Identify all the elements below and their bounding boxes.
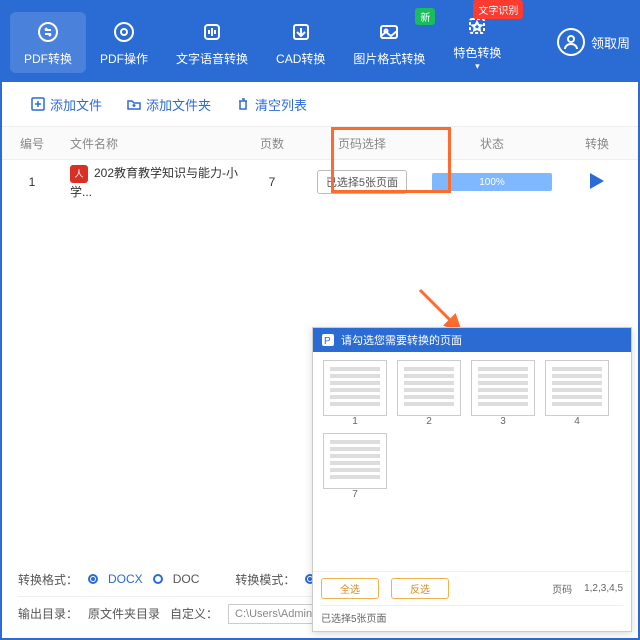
nav-pdf-ops[interactable]: PDF操作: [86, 12, 162, 73]
audio-icon: [198, 18, 226, 46]
outdir-custom[interactable]: 自定义：: [170, 605, 218, 622]
add-file-button[interactable]: 添加文件: [30, 95, 102, 114]
col-select: 页码选择: [302, 135, 422, 152]
nav-label: 特色转换: [453, 44, 501, 61]
thumb-num: 2: [426, 416, 432, 427]
target-icon: [110, 18, 138, 46]
profile-button[interactable]: 领取周: [557, 28, 630, 56]
nav-special[interactable]: 文字识别 特色转换 ▾: [439, 6, 515, 78]
page-select-popup: P 请勾选您需要转换的页面 1 2 3 4 7 全选 反选 页码 1,2,3,4…: [312, 327, 632, 632]
popup-title: 请勾选您需要转换的页面: [341, 332, 462, 348]
new-badge: 新: [415, 8, 435, 25]
select-all-button[interactable]: 全选: [321, 578, 379, 599]
chosen-summary: 已选择5张页面: [321, 605, 623, 625]
nav-cad[interactable]: CAD转换: [262, 12, 339, 73]
thumb[interactable]: 7: [321, 433, 389, 500]
pdf-icon: 人: [70, 165, 88, 183]
clear-list-button[interactable]: 清空列表: [235, 95, 307, 114]
page-value: 1,2,3,4,5: [584, 583, 623, 594]
progress-bar: 100%: [432, 173, 552, 191]
thumb-num: 4: [574, 416, 580, 427]
radio-docx[interactable]: [88, 574, 98, 584]
popup-header: P 请勾选您需要转换的页面: [313, 328, 631, 352]
thumb-num: 7: [352, 489, 358, 500]
swap-icon: [34, 18, 62, 46]
toolbar: 添加文件 添加文件夹 清空列表: [2, 82, 638, 126]
row-name: 人202教育教学知识与能力-小学...: [62, 164, 242, 200]
popup-footer: 全选 反选 页码 1,2,3,4,5 已选择5张页面: [313, 571, 631, 631]
add-folder-button[interactable]: 添加文件夹: [126, 95, 211, 114]
play-icon[interactable]: [590, 173, 604, 189]
profile-label: 领取周: [591, 33, 630, 52]
col-convert: 转换: [562, 135, 632, 152]
radio-doc[interactable]: [153, 574, 163, 584]
outdir-label: 输出目录：: [18, 605, 78, 622]
table-row[interactable]: 1 人202教育教学知识与能力-小学... 7 已选择5张页面 100%: [2, 160, 638, 204]
nav-label: PDF转换: [24, 50, 72, 67]
nav-audio[interactable]: 文字语音转换: [162, 12, 262, 73]
outdir-orig[interactable]: 原文件夹目录: [88, 605, 160, 622]
col-idx: 编号: [2, 135, 62, 152]
nav-label: 图片格式转换: [353, 50, 425, 67]
nav-label: 文字语音转换: [176, 50, 248, 67]
nav-label: CAD转换: [276, 50, 325, 67]
cad-icon: [287, 18, 315, 46]
row-status: 100%: [422, 173, 562, 191]
table-header: 编号 文件名称 页数 页码选择 状态 转换: [2, 126, 638, 160]
thumb-num: 1: [352, 416, 358, 427]
opt-docx: DOCX: [108, 572, 143, 586]
row-idx: 1: [2, 175, 62, 189]
col-pages: 页数: [242, 135, 302, 152]
row-select: 已选择5张页面: [302, 170, 422, 194]
page-select-button[interactable]: 已选择5张页面: [317, 170, 407, 194]
nav-image[interactable]: 新 图片格式转换: [339, 12, 439, 73]
thumb[interactable]: 2: [395, 360, 463, 427]
tool-label: 清空列表: [255, 95, 307, 114]
app-icon: P: [321, 333, 335, 347]
nav-pdf-convert[interactable]: PDF转换: [10, 12, 86, 73]
svg-text:P: P: [324, 336, 331, 347]
user-icon: [557, 28, 585, 56]
ocr-badge: 文字识别: [473, 0, 523, 19]
thumb-num: 3: [500, 416, 506, 427]
page-label: 页码: [552, 581, 572, 596]
image-icon: [375, 18, 403, 46]
invert-select-button[interactable]: 反选: [391, 578, 449, 599]
thumb-grid: 1 2 3 4 7: [321, 360, 623, 500]
thumb[interactable]: 4: [543, 360, 611, 427]
thumb[interactable]: 3: [469, 360, 537, 427]
top-nav: PDF转换 PDF操作 文字语音转换 CAD转换 新 图片格式转换 文字识别 特…: [2, 2, 638, 82]
thumb[interactable]: 1: [321, 360, 389, 427]
mode-label: 转换模式：: [235, 571, 295, 588]
row-convert: [562, 173, 632, 192]
chevron-down-icon: ▾: [475, 61, 480, 72]
popup-body: 1 2 3 4 7: [313, 352, 631, 571]
col-name: 文件名称: [62, 135, 242, 152]
row-pages: 7: [242, 175, 302, 189]
tool-label: 添加文件: [50, 95, 102, 114]
col-status: 状态: [422, 135, 562, 152]
tool-label: 添加文件夹: [146, 95, 211, 114]
format-label: 转换格式：: [18, 571, 78, 588]
nav-label: PDF操作: [100, 50, 148, 67]
opt-doc: DOC: [173, 572, 200, 586]
file-name: 202教育教学知识与能力-小学...: [70, 166, 238, 199]
